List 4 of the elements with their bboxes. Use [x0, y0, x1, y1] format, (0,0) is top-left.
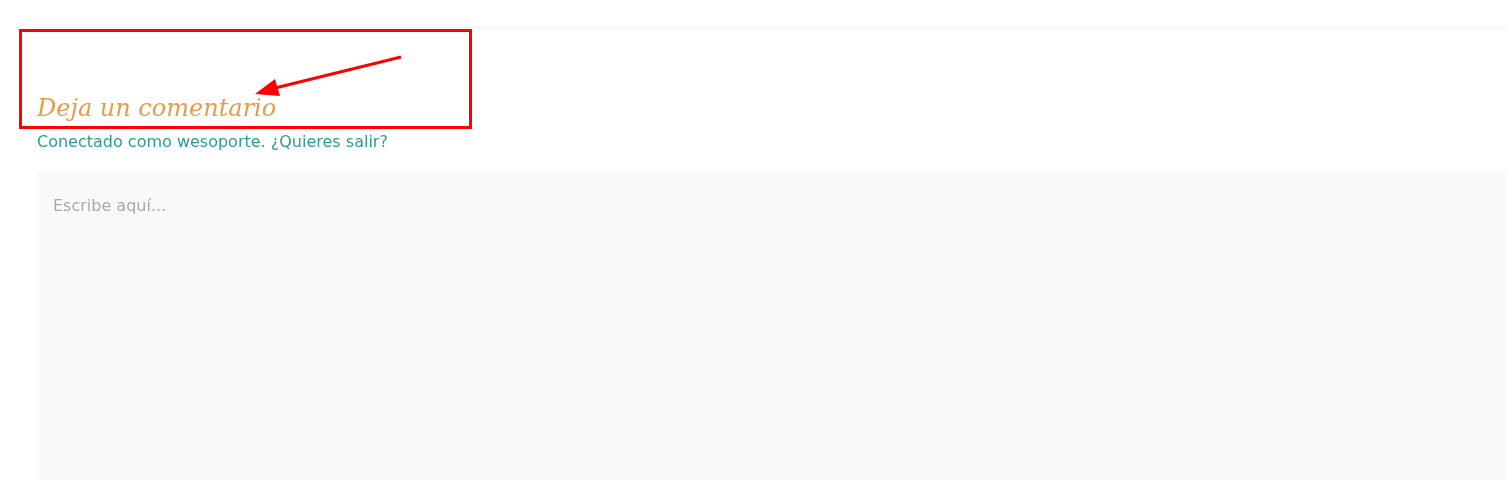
account-link[interactable]: Conectado como wesoporte. [37, 132, 266, 151]
comment-heading: Deja un comentario [37, 93, 277, 123]
logout-link[interactable]: ¿Quieres salir? [270, 132, 388, 151]
comment-field[interactable]: Escribe aquí... [37, 172, 1506, 480]
